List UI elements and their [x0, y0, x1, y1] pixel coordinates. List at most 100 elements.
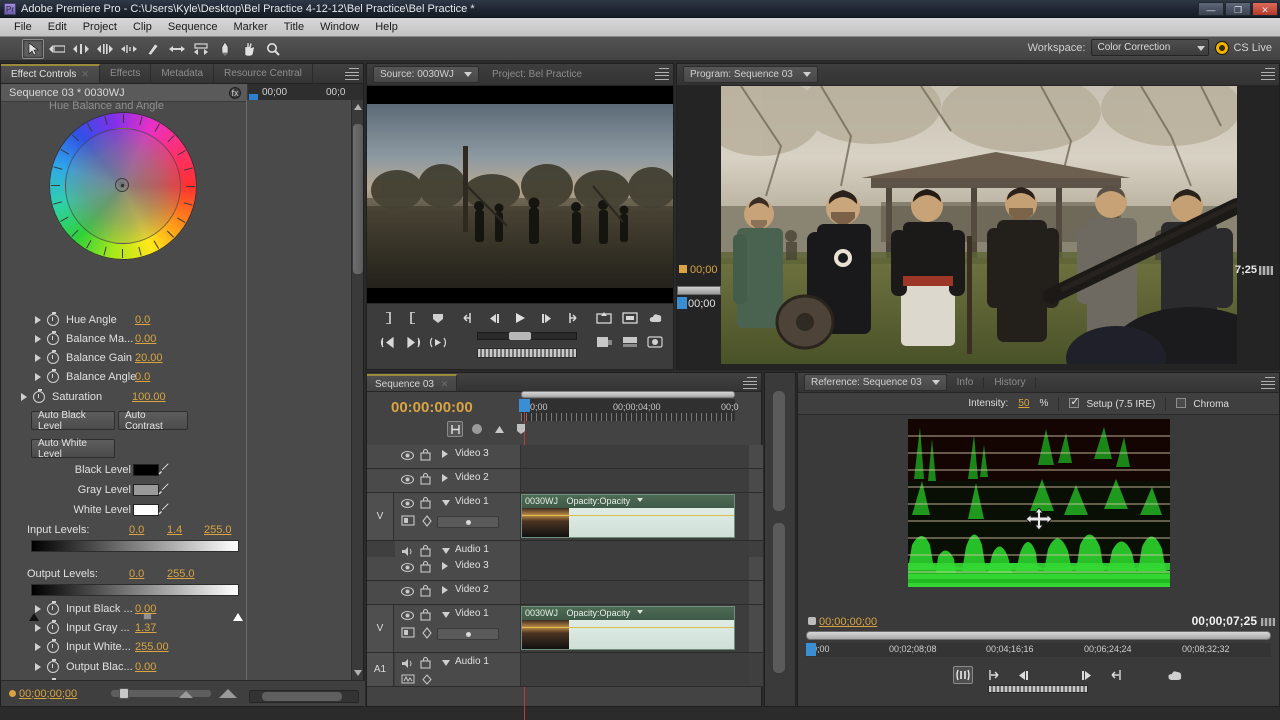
- reference-left-timecode[interactable]: 00;00;00;00: [808, 616, 877, 628]
- show-keyframes-icon[interactable]: [421, 515, 433, 530]
- minimize-button[interactable]: —: [1198, 2, 1224, 16]
- rate-stretch-tool[interactable]: [118, 39, 140, 59]
- lock-icon[interactable]: [419, 656, 432, 669]
- program-right-timecode[interactable]: 7;25: [1235, 264, 1257, 276]
- chevron-down-icon[interactable]: [802, 72, 811, 77]
- stopwatch-icon[interactable]: [47, 311, 59, 326]
- chevron-down-icon[interactable]: [636, 610, 643, 614]
- track-content-area[interactable]: [521, 469, 749, 492]
- loop-button[interactable]: [429, 334, 447, 350]
- track-header[interactable]: Video 3: [395, 445, 521, 468]
- stopwatch-icon[interactable]: [47, 600, 59, 615]
- tab-sequence-03[interactable]: Sequence 03 ✕: [367, 373, 458, 391]
- intensity-value[interactable]: 50: [1018, 398, 1029, 409]
- shuttle-thumb[interactable]: [509, 332, 531, 340]
- menu-help[interactable]: Help: [367, 20, 406, 34]
- stopwatch-icon[interactable]: [47, 658, 59, 673]
- timeline-playhead[interactable]: [519, 399, 530, 720]
- menu-title[interactable]: Title: [276, 20, 312, 34]
- go-to-in-button[interactable]: [983, 666, 1003, 684]
- workspace-select[interactable]: Color Correction: [1091, 39, 1210, 56]
- lock-icon[interactable]: [419, 496, 432, 509]
- source-video-preview[interactable]: [367, 86, 673, 305]
- cs-live-button[interactable]: CS Live: [1215, 40, 1272, 55]
- property-value[interactable]: 0.0: [135, 371, 150, 383]
- menu-project[interactable]: Project: [75, 20, 125, 34]
- timeline-timecode[interactable]: 00:00:00:00: [391, 399, 473, 416]
- property-value[interactable]: 0.00: [135, 333, 156, 345]
- hand-tool[interactable]: [238, 39, 260, 59]
- track-keyframe-strip[interactable]: [437, 628, 499, 640]
- slip-tool[interactable]: [166, 39, 188, 59]
- eyedropper-icon[interactable]: [158, 502, 170, 515]
- expand-triangle-icon[interactable]: [35, 315, 41, 324]
- checkbox-icon[interactable]: [1069, 395, 1080, 408]
- expand-triangle-icon[interactable]: [442, 450, 448, 458]
- input-levels-white-value[interactable]: 255.0: [204, 524, 232, 536]
- scroll-up-icon[interactable]: [354, 104, 362, 110]
- property-value[interactable]: 255.00: [135, 641, 169, 653]
- property-value[interactable]: 100.00: [132, 391, 166, 403]
- set-display-style-icon[interactable]: [401, 674, 415, 688]
- input-levels-black-value[interactable]: 0.0: [129, 524, 144, 536]
- checkbox-icon[interactable]: [1176, 397, 1187, 408]
- track-content-area[interactable]: [521, 541, 749, 558]
- collapse-triangle-icon[interactable]: [442, 548, 450, 554]
- stopwatch-icon[interactable]: [47, 619, 59, 634]
- effect-footer-timecode[interactable]: 00;00;00;00: [19, 688, 77, 700]
- expand-triangle-icon[interactable]: [35, 334, 41, 343]
- property-row-input-gray[interactable]: Input Gray ... 1.37: [1, 618, 246, 637]
- step-back-button[interactable]: [485, 310, 503, 326]
- panel-menu-icon[interactable]: [1261, 377, 1275, 389]
- go-to-prev-edit-button[interactable]: [379, 334, 397, 350]
- stopwatch-icon[interactable]: [33, 388, 45, 403]
- track-header[interactable]: Audio 1: [395, 541, 521, 558]
- yc-waveform-scope[interactable]: [908, 419, 1170, 587]
- menu-window[interactable]: Window: [312, 20, 367, 34]
- mark-clip-button[interactable]: [953, 666, 973, 684]
- snap-toggle-button[interactable]: [447, 421, 463, 437]
- zoom-slider-thumb[interactable]: [119, 688, 129, 699]
- reference-zoom-scrollbar[interactable]: [806, 631, 1271, 640]
- clip-opacity-rubberband[interactable]: [522, 627, 734, 628]
- panel-menu-icon[interactable]: [1261, 68, 1275, 80]
- step-forward-button[interactable]: [537, 310, 555, 326]
- property-row-saturation[interactable]: Saturation 100.00: [1, 387, 246, 406]
- track-content-area[interactable]: [521, 445, 749, 468]
- scroll-down-icon[interactable]: [354, 670, 362, 676]
- scroll-thumb[interactable]: [262, 692, 342, 701]
- track-target-selector[interactable]: A1: [367, 653, 394, 686]
- eye-icon[interactable]: [400, 562, 415, 573]
- eye-icon[interactable]: [400, 610, 415, 621]
- zoom-slider[interactable]: [111, 688, 211, 699]
- track-select-tool[interactable]: [46, 39, 68, 59]
- menu-file[interactable]: File: [6, 20, 40, 34]
- reference-playhead[interactable]: [806, 643, 816, 656]
- lock-icon[interactable]: [419, 560, 432, 573]
- set-encore-chapter-button[interactable]: [513, 421, 529, 437]
- auto-white-level-button[interactable]: Auto White Level: [31, 438, 115, 460]
- pen-tool[interactable]: [214, 39, 236, 59]
- step-back-button[interactable]: [1013, 666, 1033, 684]
- white-level-swatch[interactable]: [133, 504, 159, 516]
- lock-icon[interactable]: [419, 544, 432, 557]
- go-to-in-button[interactable]: [459, 310, 477, 326]
- lift-button[interactable]: [593, 333, 615, 351]
- slide-tool[interactable]: [190, 39, 212, 59]
- auto-black-level-button[interactable]: Auto Black Level: [31, 410, 115, 432]
- expand-triangle-icon[interactable]: [35, 662, 41, 671]
- jog-wheel[interactable]: [477, 348, 577, 358]
- chevron-down-icon[interactable]: [636, 498, 643, 502]
- setup-checkbox[interactable]: Setup (7.5 IRE): [1069, 395, 1155, 410]
- track-content-area[interactable]: [521, 581, 749, 604]
- eye-icon[interactable]: [400, 498, 415, 509]
- lock-icon[interactable]: [419, 584, 432, 597]
- maximize-button[interactable]: ❐: [1225, 2, 1251, 16]
- eye-icon[interactable]: [400, 450, 415, 461]
- gray-level-swatch[interactable]: [133, 484, 159, 496]
- track-target-selector[interactable]: V: [367, 605, 394, 652]
- mini-scroll-thumb-upper[interactable]: [773, 391, 785, 511]
- eyedropper-icon[interactable]: [158, 462, 170, 475]
- lock-icon[interactable]: [419, 472, 432, 485]
- stopwatch-icon[interactable]: [47, 330, 59, 345]
